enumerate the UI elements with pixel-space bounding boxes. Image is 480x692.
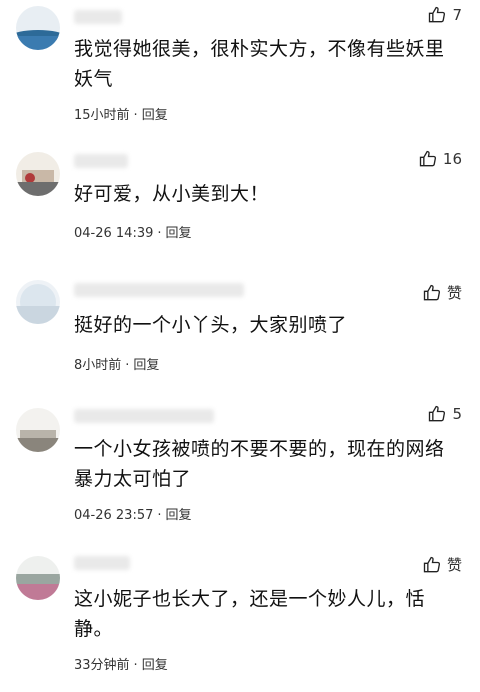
reply-button[interactable]: 回复: [166, 226, 192, 241]
thumbs-up-icon: [423, 556, 441, 572]
comment-text: 这小妮子也长大了，还是一个妙人儿，恬 静。: [74, 584, 464, 644]
timestamp: 15小时前: [74, 108, 130, 123]
avatar[interactable]: [16, 408, 60, 452]
comment-text-line: 静。: [74, 618, 114, 640]
comment-text-line: 我觉得她很美，很朴实大方，不像有些妖里: [74, 38, 445, 60]
timestamp: 8小时前: [74, 358, 122, 373]
avatar[interactable]: [16, 152, 60, 196]
like-button[interactable]: 7: [427, 5, 462, 25]
comment-text-line: 这小妮子也长大了，还是一个妙人儿，恬: [74, 588, 426, 610]
comment-text-line: 妖气: [74, 68, 114, 90]
reply-button[interactable]: 回复: [166, 508, 192, 523]
avatar[interactable]: [16, 280, 60, 324]
timestamp: 33分钟前: [74, 658, 130, 673]
comment-text: 挺好的一个小丫头，大家别喷了: [74, 310, 464, 340]
comment-meta: 04-26 14:39 · 回复: [74, 226, 192, 241]
like-button[interactable]: 赞: [422, 554, 462, 575]
reply-button[interactable]: 回复: [142, 108, 168, 123]
username[interactable]: [74, 10, 122, 24]
timestamp: 04-26 14:39: [74, 226, 154, 241]
comment-meta: 8小时前 · 回复: [74, 358, 160, 373]
comment-meta: 15小时前 · 回复: [74, 108, 168, 123]
username[interactable]: [74, 556, 130, 570]
avatar[interactable]: [16, 6, 60, 50]
like-button[interactable]: 赞: [422, 282, 462, 303]
like-count: 赞: [446, 284, 462, 302]
comment-text-line: 暴力太可怕了: [74, 468, 192, 490]
like-count: 16: [442, 150, 462, 168]
like-count: 赞: [446, 556, 462, 574]
comment-meta: 04-26 23:57 · 回复: [74, 508, 192, 523]
avatar[interactable]: [16, 556, 60, 600]
comment-text: 一个小女孩被喷的不要不要的，现在的网络 暴力太可怕了: [74, 434, 464, 494]
reply-button[interactable]: 回复: [133, 358, 159, 373]
like-button[interactable]: 5: [427, 404, 462, 424]
thumbs-up-icon: [429, 6, 446, 23]
comment-text-line: 好可爱，从小美到大！: [74, 183, 270, 205]
reply-button[interactable]: 回复: [142, 658, 168, 673]
like-count: 5: [452, 405, 462, 423]
username[interactable]: [74, 154, 128, 168]
username[interactable]: [74, 283, 244, 297]
thumbs-up-icon: [429, 405, 446, 422]
timestamp: 04-26 23:57: [74, 508, 154, 523]
comment-text: 好可爱，从小美到大！: [74, 179, 464, 209]
comment-text-line: 挺好的一个小丫头，大家别喷了: [74, 314, 348, 336]
username[interactable]: [74, 409, 214, 423]
like-count: 7: [452, 6, 462, 24]
comment-text-line: 一个小女孩被喷的不要不要的，现在的网络: [74, 438, 445, 460]
comment-meta: 33分钟前 · 回复: [74, 658, 168, 673]
comment-text: 我觉得她很美，很朴实大方，不像有些妖里 妖气: [74, 34, 464, 94]
like-button[interactable]: 16: [418, 149, 462, 169]
thumbs-up-icon: [419, 150, 436, 167]
thumbs-up-icon: [423, 284, 441, 300]
